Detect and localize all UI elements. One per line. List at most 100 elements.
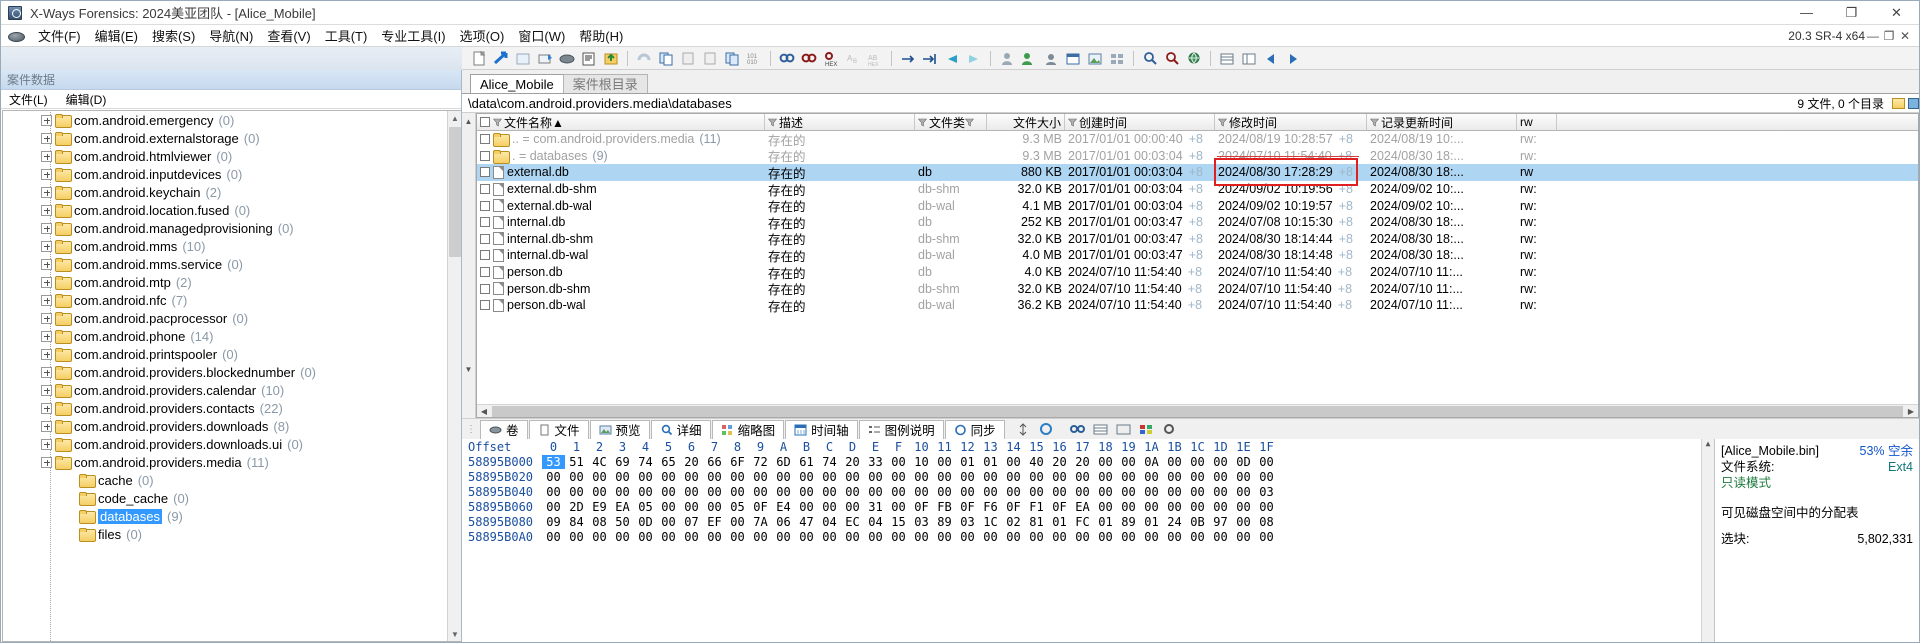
column-header[interactable]: 描述 bbox=[765, 114, 915, 130]
hex-byte[interactable]: 00 bbox=[818, 530, 841, 544]
hex-byte[interactable]: 00 bbox=[542, 470, 565, 484]
hex-byte[interactable]: 00 bbox=[1025, 485, 1048, 499]
hex-byte[interactable]: 00 bbox=[1255, 500, 1278, 514]
hex-byte[interactable]: 00 bbox=[1232, 485, 1255, 499]
tree-item[interactable]: com.android.phone (14) bbox=[3, 327, 461, 345]
refresh-icon[interactable] bbox=[1037, 421, 1056, 438]
link-icon[interactable] bbox=[1068, 421, 1087, 438]
directory-tree[interactable]: com.android.emergency (0) com.android.exte… bbox=[2, 110, 461, 642]
export-icon[interactable] bbox=[601, 49, 621, 68]
hex-byte[interactable]: 00 bbox=[818, 470, 841, 484]
hex-byte[interactable]: 00 bbox=[588, 470, 611, 484]
hex-byte[interactable]: 97 bbox=[1209, 515, 1232, 529]
hex-byte[interactable]: 00 bbox=[1002, 455, 1025, 469]
scroll-down-arrow[interactable]: ▼ bbox=[448, 627, 461, 641]
view-tab[interactable]: 缩略图 bbox=[711, 419, 785, 439]
tab-alice-mobile[interactable]: Alice_Mobile bbox=[470, 74, 564, 93]
hex-byte[interactable]: 01 bbox=[956, 455, 979, 469]
hex-byte[interactable]: 00 bbox=[1163, 500, 1186, 514]
table-icon[interactable] bbox=[1239, 49, 1259, 68]
tree-item[interactable]: com.android.pacprocessor (0) bbox=[3, 309, 461, 327]
hex-byte[interactable]: 01 bbox=[1094, 515, 1117, 529]
expand-icon[interactable] bbox=[41, 384, 52, 396]
save-icon[interactable] bbox=[513, 49, 533, 68]
hex-byte[interactable]: 7A bbox=[749, 515, 772, 529]
hex-byte[interactable]: 0F bbox=[1048, 500, 1071, 514]
hex-byte[interactable]: 0D bbox=[1232, 455, 1255, 469]
forward-icon[interactable] bbox=[964, 49, 984, 68]
hex-byte[interactable]: 00 bbox=[703, 500, 726, 514]
hex-scroll-up[interactable]: ▲ bbox=[1702, 439, 1714, 451]
tree-item[interactable]: com.android.keychain (2) bbox=[3, 183, 461, 201]
table-row[interactable]: person.db-wal 存在的 db-wal 36.2 KB 2024/07/10 … bbox=[477, 297, 1918, 314]
column-header[interactable]: 记录更新时间 bbox=[1367, 114, 1517, 130]
hex-byte[interactable]: 00 bbox=[1163, 455, 1186, 469]
hex-byte[interactable]: 00 bbox=[910, 530, 933, 544]
row-checkbox[interactable] bbox=[480, 300, 490, 311]
hex-byte[interactable]: 00 bbox=[1094, 470, 1117, 484]
hex-byte[interactable]: 00 bbox=[1094, 530, 1117, 544]
hex-viewer[interactable]: Offset 0 1 2 3 4 5 6 7 8 9 A B C D E F 10 11 12 13 14 15 16 17 18… bbox=[462, 439, 1714, 642]
tree-item[interactable]: com.android.providers.downloads (8) bbox=[3, 417, 461, 435]
filter-icon[interactable] bbox=[1370, 118, 1379, 127]
tree-vertical-scrollbar[interactable]: ▲ ▼ bbox=[447, 111, 461, 641]
add-user-icon[interactable] bbox=[1019, 49, 1039, 68]
hex-byte[interactable]: 08 bbox=[1255, 515, 1278, 529]
hex-byte[interactable]: 00 bbox=[1117, 530, 1140, 544]
hex-byte[interactable]: 00 bbox=[657, 470, 680, 484]
goto-icon[interactable] bbox=[898, 49, 918, 68]
hex-byte[interactable]: 00 bbox=[634, 485, 657, 499]
menu-item-edit[interactable]: 编辑(E) bbox=[88, 24, 145, 47]
menu-item-search[interactable]: 搜索(S) bbox=[145, 24, 202, 47]
file-table-body[interactable]: .. = com.android.providers.media (11) 存在的 9… bbox=[477, 131, 1918, 404]
hex-byte[interactable]: F6 bbox=[979, 500, 1002, 514]
hex-byte[interactable]: 00 bbox=[887, 455, 910, 469]
hex-byte[interactable]: 00 bbox=[979, 470, 1002, 484]
hex-byte[interactable]: 00 bbox=[956, 470, 979, 484]
menu-item-specialist[interactable]: 专业工具(I) bbox=[374, 24, 452, 47]
filter-icon[interactable] bbox=[918, 118, 927, 127]
hex-byte[interactable]: 40 bbox=[1025, 455, 1048, 469]
table-row[interactable]: external.db-wal 存在的 db-wal 4.1 MB 2017/01/01… bbox=[477, 197, 1918, 214]
hex-byte[interactable]: 00 bbox=[1071, 470, 1094, 484]
hex-byte[interactable]: 00 bbox=[1071, 485, 1094, 499]
hex-byte[interactable]: 4C bbox=[588, 455, 611, 469]
hex-byte[interactable]: 47 bbox=[795, 515, 818, 529]
tree-item[interactable]: com.android.externalstorage (0) bbox=[3, 129, 461, 147]
hex-byte[interactable]: 00 bbox=[1117, 485, 1140, 499]
hex-byte[interactable]: 00 bbox=[1048, 470, 1071, 484]
hex-byte[interactable]: 00 bbox=[657, 500, 680, 514]
hex-byte[interactable]: 00 bbox=[1255, 470, 1278, 484]
hex-byte[interactable]: 01 bbox=[1140, 515, 1163, 529]
hex-byte[interactable]: FC bbox=[1071, 515, 1094, 529]
hex-byte[interactable]: 00 bbox=[933, 455, 956, 469]
view-tab[interactable]: 文件 bbox=[528, 419, 589, 439]
row-checkbox[interactable] bbox=[480, 167, 490, 178]
table-row[interactable]: external.db-shm 存在的 db-shm 32.0 KB 2017/01/0… bbox=[477, 181, 1918, 197]
hex-byte[interactable]: 00 bbox=[933, 470, 956, 484]
hex-byte[interactable]: 00 bbox=[1094, 455, 1117, 469]
hex-byte[interactable]: 72 bbox=[749, 455, 772, 469]
tabs-grip[interactable]: ⋮ bbox=[466, 424, 480, 435]
prev-icon[interactable] bbox=[1261, 49, 1281, 68]
hex-byte[interactable]: 03 bbox=[910, 515, 933, 529]
expand-icon[interactable] bbox=[41, 348, 52, 360]
hex-byte[interactable]: 00 bbox=[864, 530, 887, 544]
scroll-thumb[interactable] bbox=[449, 127, 461, 257]
expand-icon[interactable] bbox=[41, 456, 52, 468]
hex-byte[interactable]: 00 bbox=[726, 470, 749, 484]
hex-byte[interactable]: 00 bbox=[1163, 470, 1186, 484]
hex-byte[interactable]: 00 bbox=[772, 485, 795, 499]
hex-byte[interactable]: 00 bbox=[1232, 515, 1255, 529]
hex-byte[interactable]: 00 bbox=[1186, 470, 1209, 484]
hex-byte[interactable]: 00 bbox=[1048, 485, 1071, 499]
detective-icon[interactable] bbox=[1041, 49, 1061, 68]
hex-byte[interactable]: 02 bbox=[1002, 515, 1025, 529]
replace-hex-icon[interactable]: AB HEX bbox=[865, 49, 885, 68]
hex-byte[interactable]: 00 bbox=[726, 530, 749, 544]
hex-byte[interactable]: EC bbox=[841, 515, 864, 529]
hex-byte[interactable]: 15 bbox=[887, 515, 910, 529]
hex-byte[interactable]: 69 bbox=[611, 455, 634, 469]
hex-byte[interactable]: 00 bbox=[1048, 530, 1071, 544]
new-icon[interactable] bbox=[469, 49, 489, 68]
